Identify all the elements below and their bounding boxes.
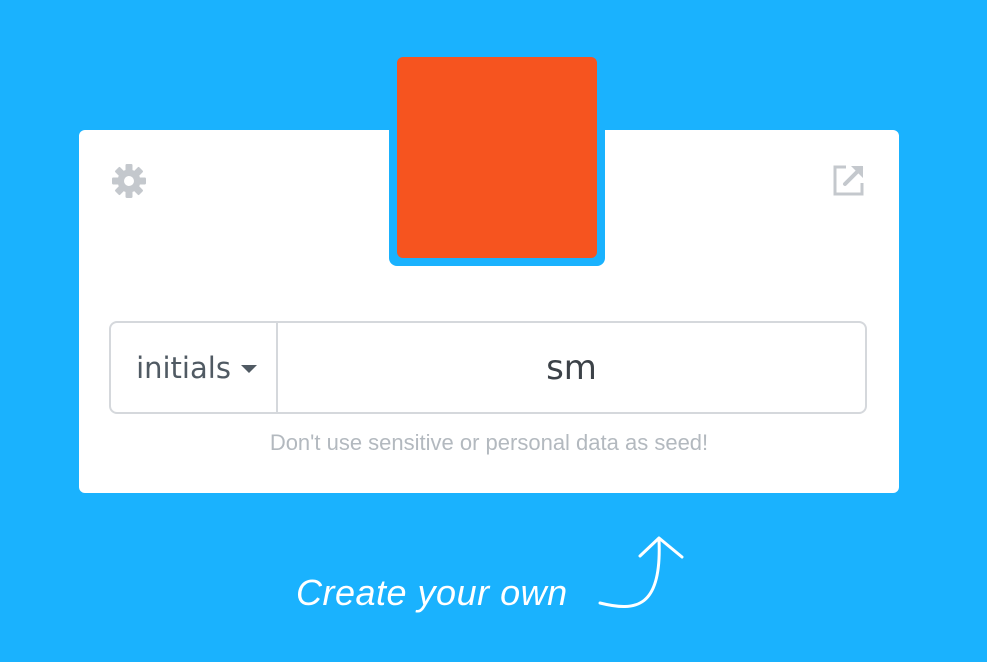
settings-button[interactable] bbox=[110, 162, 148, 200]
avatar-preview bbox=[397, 57, 597, 258]
avatar-style-dropdown[interactable]: initials bbox=[111, 323, 278, 412]
create-your-own-link[interactable]: Create your own bbox=[296, 572, 568, 614]
seed-input-group: initials bbox=[109, 321, 867, 414]
seed-input[interactable] bbox=[278, 323, 865, 412]
gear-icon bbox=[112, 164, 146, 198]
open-in-new-button[interactable] bbox=[831, 162, 867, 198]
chevron-down-icon bbox=[240, 364, 257, 373]
external-link-icon bbox=[833, 165, 864, 196]
curved-arrow-up-icon bbox=[598, 536, 684, 609]
seed-warning-text: Don't use sensitive or personal data as … bbox=[269, 430, 709, 455]
avatar-style-label: initials bbox=[136, 350, 231, 385]
